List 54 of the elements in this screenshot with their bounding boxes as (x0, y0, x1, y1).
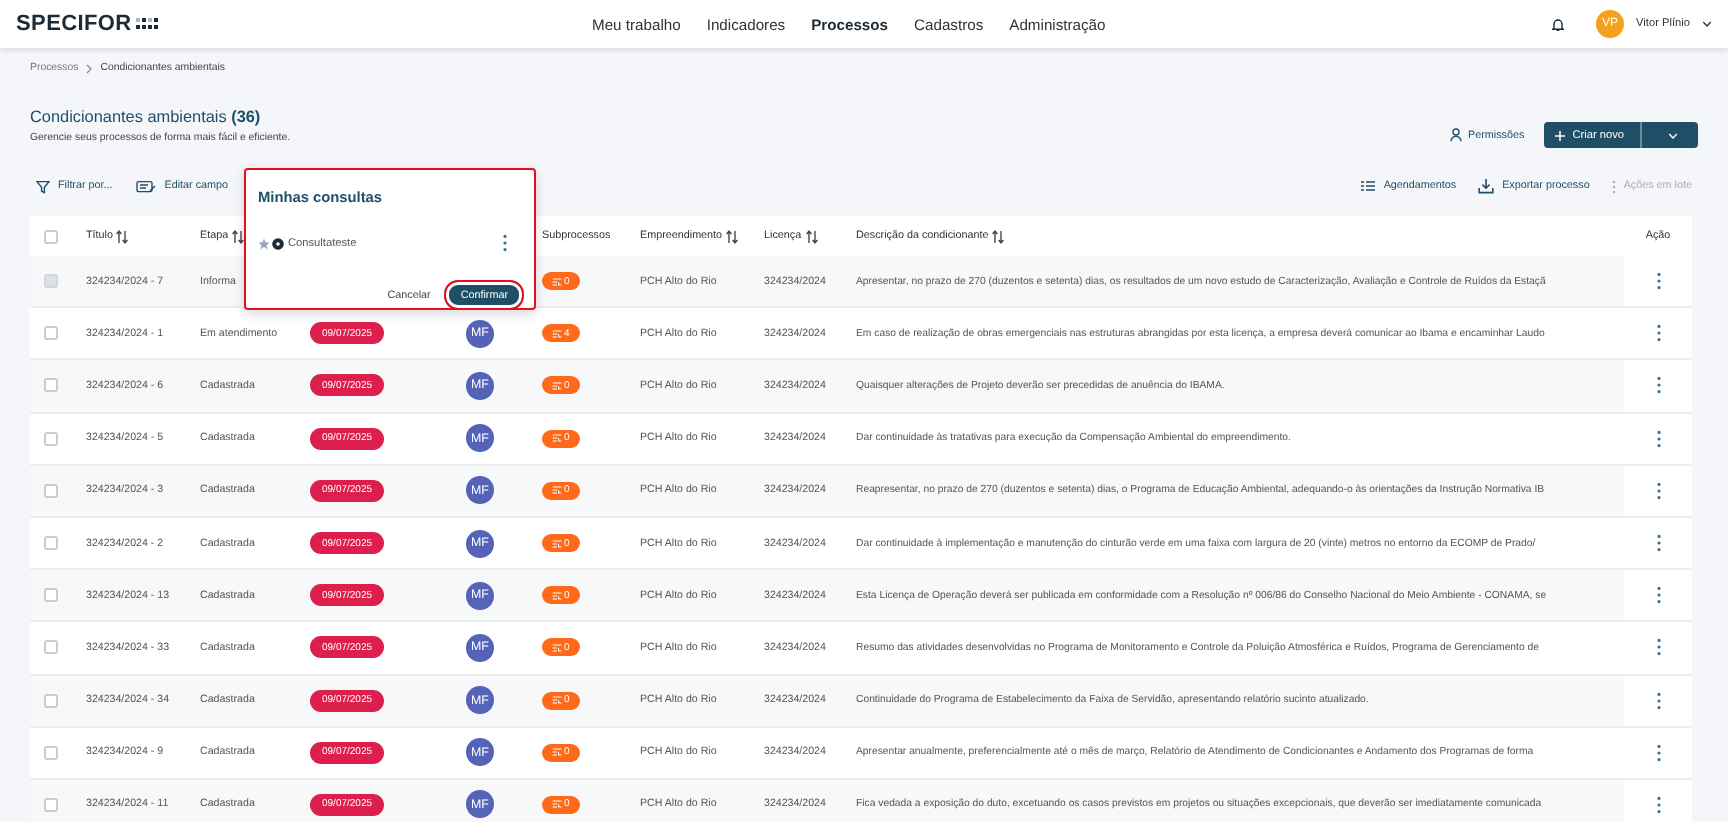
download-icon (1478, 178, 1495, 194)
list-icon (552, 591, 562, 600)
list-icon (552, 748, 562, 757)
sort-icon[interactable] (805, 229, 818, 243)
filter-icon (36, 179, 50, 193)
checkbox[interactable] (44, 378, 58, 393)
page-title: Condicionantes ambientais (36) (30, 108, 263, 126)
dots-icon (135, 17, 160, 31)
bell-icon[interactable] (1552, 17, 1565, 31)
checkbox[interactable] (44, 745, 58, 760)
list-icon (552, 696, 562, 705)
sort-icon[interactable] (232, 229, 245, 243)
list-icon (552, 434, 562, 443)
more-icon[interactable] (1655, 743, 1661, 762)
checkbox[interactable] (44, 640, 58, 655)
logo-text: SPECIFOR (16, 12, 132, 36)
more-icon[interactable] (1655, 638, 1661, 657)
more-icon[interactable] (502, 234, 508, 252)
more-icon[interactable] (1655, 272, 1661, 291)
star-icon[interactable] (258, 238, 270, 250)
checkbox[interactable] (44, 483, 58, 498)
more-icon[interactable] (1655, 376, 1661, 395)
chevron-right-icon (86, 63, 93, 73)
checkbox[interactable] (44, 431, 58, 446)
checkbox[interactable] (44, 326, 58, 341)
list-icon (552, 486, 562, 495)
more-icon[interactable] (1655, 534, 1661, 553)
more-icon[interactable] (1655, 795, 1661, 814)
checkbox[interactable] (44, 693, 58, 708)
list-icon (552, 329, 562, 338)
more-icon[interactable] (1655, 586, 1661, 605)
list-icon (552, 381, 562, 390)
list-icon (1359, 180, 1376, 192)
sort-icon[interactable] (116, 229, 129, 243)
more-icon[interactable] (1655, 324, 1661, 343)
checkbox[interactable] (44, 588, 58, 603)
person-icon (1450, 128, 1463, 142)
more-icon[interactable] (1655, 691, 1661, 710)
list-icon (552, 643, 562, 652)
edit-icon (136, 179, 157, 193)
more-icon[interactable] (1655, 481, 1661, 500)
checkbox[interactable] (44, 229, 58, 243)
checkbox[interactable] (44, 536, 58, 551)
checkbox[interactable] (44, 797, 58, 812)
sort-icon[interactable] (726, 229, 739, 243)
more-icon[interactable] (1655, 429, 1661, 448)
list-icon (552, 539, 562, 548)
more-icon (1611, 179, 1616, 193)
chevron-down-icon[interactable] (1702, 20, 1712, 28)
plus-icon (1554, 129, 1567, 141)
list-icon (552, 800, 562, 809)
list-icon (552, 277, 562, 286)
radio-button[interactable] (272, 238, 284, 250)
sort-icon[interactable] (992, 229, 1005, 243)
